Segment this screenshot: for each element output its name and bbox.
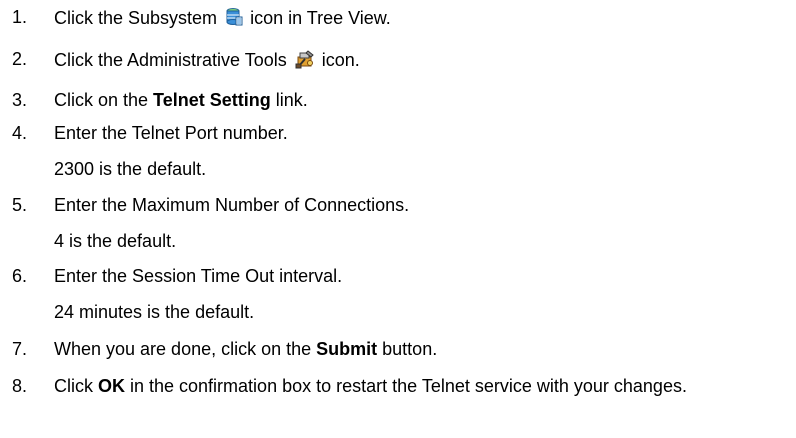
step-text: Click the Subsystem icon in Tree View. [54, 7, 789, 32]
ok-button-name: OK [98, 376, 125, 396]
step-note: 24 minutes is the default. [54, 302, 255, 322]
step-text: Enter the Telnet Port number. [54, 123, 288, 143]
step-number: 2. [12, 49, 28, 69]
step-text: When you are done, click on the Submit b… [54, 339, 438, 359]
step-note: 2300 is the default. [54, 159, 207, 179]
telnet-setting-link-name: Telnet Setting [153, 90, 271, 110]
step-number: 8. [12, 376, 28, 396]
step-number: 3. [12, 90, 28, 110]
subsystem-icon [225, 7, 243, 32]
step-text: Click the Administrative Tools icon. [54, 49, 789, 74]
step-text: Click on the Telnet Setting link. [54, 90, 308, 110]
procedure-steps: 1. Click the Subsystem icon in Tree View… [0, 0, 796, 438]
step-number: 1. [12, 7, 28, 27]
step-text: Click OK in the confirmation box to rest… [54, 376, 687, 396]
step-number: 4. [12, 123, 28, 143]
step-text: Enter the Maximum Number of Connections. [54, 195, 410, 215]
step-number: 7. [12, 339, 28, 359]
step-number: 5. [12, 195, 28, 215]
step-number: 6. [12, 266, 28, 286]
administrative-tools-icon [295, 49, 315, 74]
step-note: 4 is the default. [54, 231, 177, 251]
submit-button-name: Submit [316, 339, 378, 359]
step-text: Enter the Session Time Out interval. [54, 266, 343, 286]
